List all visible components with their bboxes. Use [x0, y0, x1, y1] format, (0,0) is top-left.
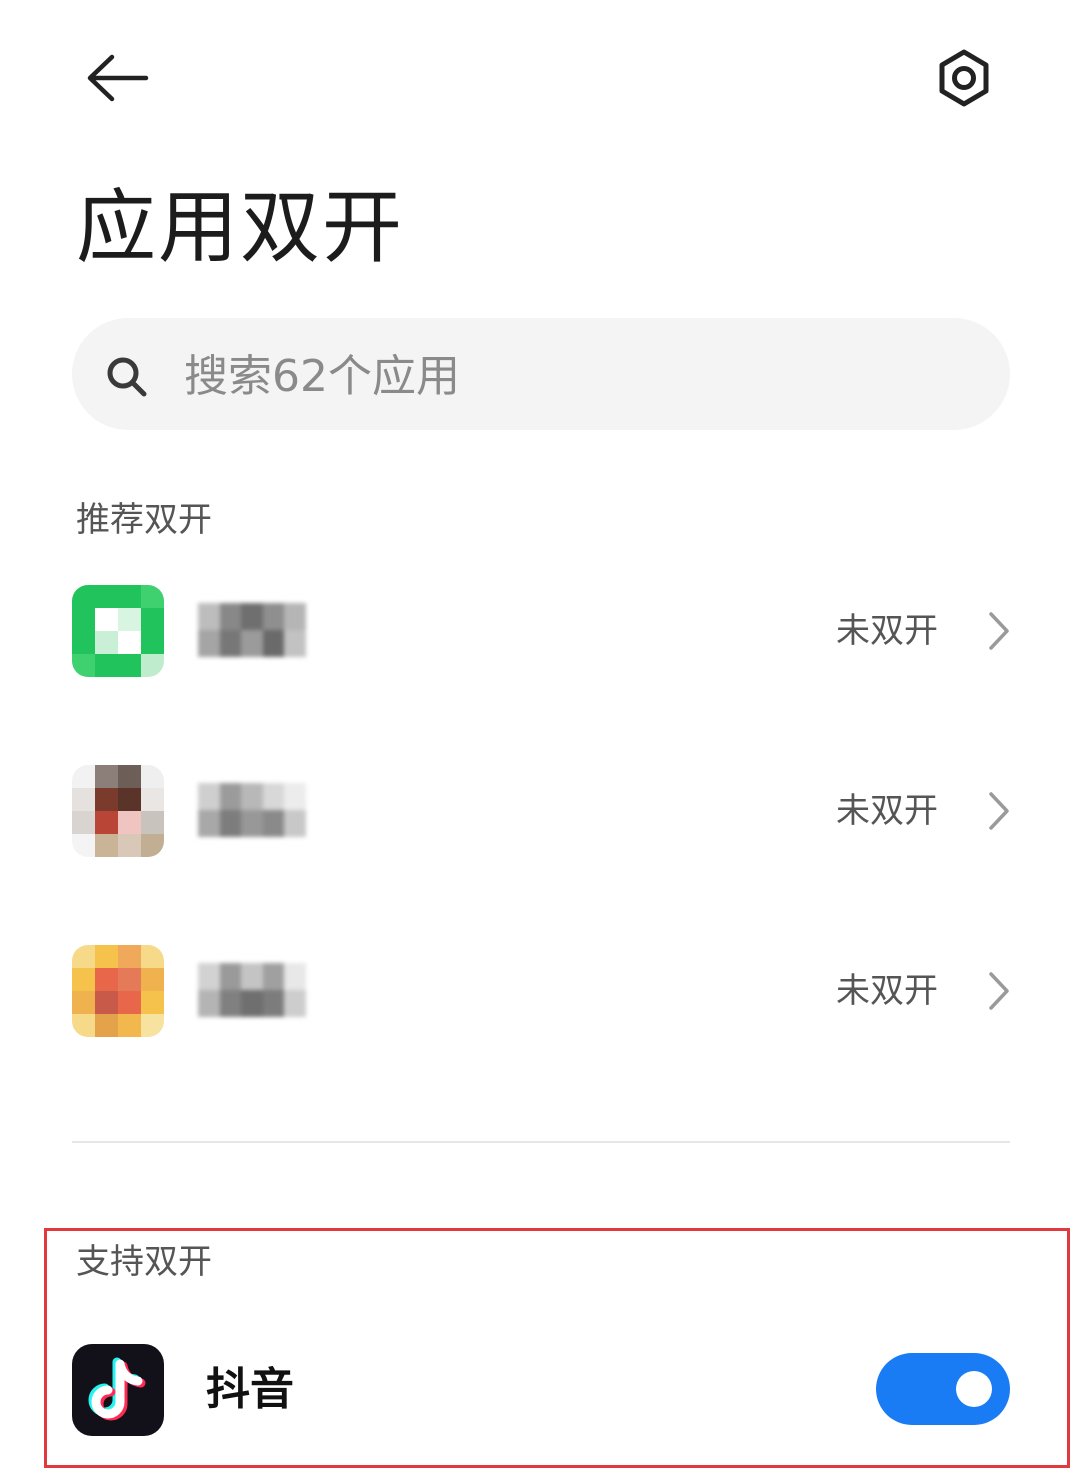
list-item-app-1[interactable]: 未双开 [40, 563, 1040, 703]
list-item-app-3[interactable]: 未双开 [40, 923, 1040, 1063]
back-button[interactable] [80, 48, 152, 108]
app-icon [72, 765, 164, 857]
app-name-redacted [198, 603, 306, 657]
list-item-app-2[interactable]: 未双开 [40, 743, 1040, 883]
arrow-left-icon [87, 54, 149, 102]
chevron-right-icon [989, 612, 1009, 650]
row-status: 未双开 [836, 971, 938, 1011]
row-status: 未双开 [836, 791, 938, 831]
tiktok-icon [72, 1344, 164, 1436]
app-name-redacted [198, 963, 306, 1017]
page-title: 应用双开 [76, 181, 404, 274]
dual-app-toggle[interactable] [876, 1353, 1010, 1425]
app-name-redacted [198, 783, 306, 837]
app-icon [72, 585, 164, 677]
section-divider [72, 1141, 1010, 1143]
app-icon [72, 945, 164, 1037]
section-label-recommended: 推荐双开 [76, 500, 212, 540]
section-label-supported: 支持双开 [76, 1242, 212, 1282]
toggle-knob [956, 1371, 992, 1407]
hexagon-gear-icon [939, 49, 989, 107]
settings-button[interactable] [930, 44, 998, 112]
chevron-right-icon [989, 792, 1009, 830]
chevron-right-icon [989, 972, 1009, 1010]
row-status: 未双开 [836, 611, 938, 651]
search-input[interactable] [184, 340, 884, 412]
app-name: 抖音 [206, 1364, 294, 1415]
search-icon [107, 357, 147, 397]
